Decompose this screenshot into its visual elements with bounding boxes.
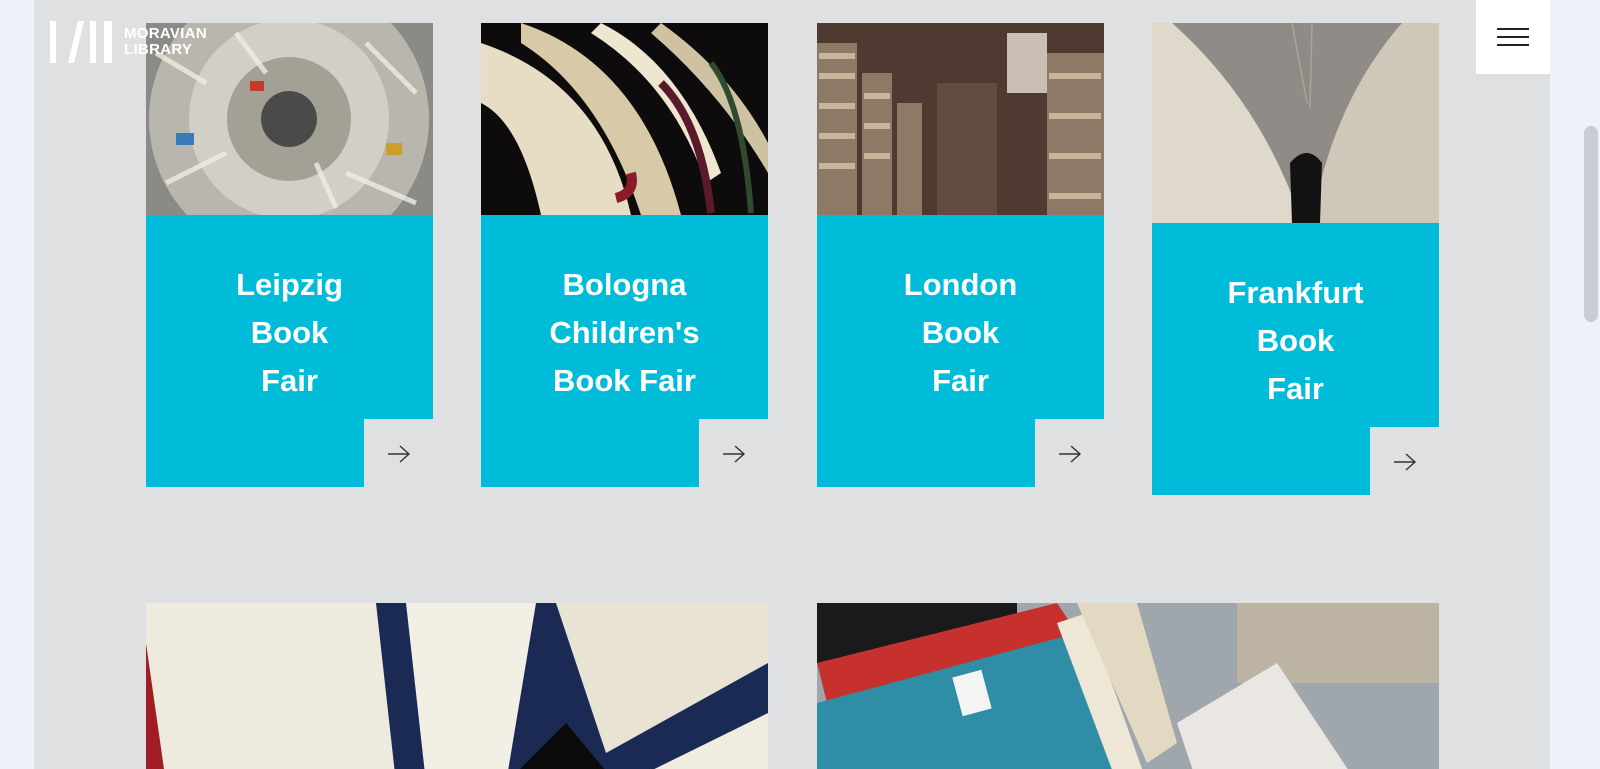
page-scrollbar[interactable] xyxy=(1584,126,1598,322)
menu-button[interactable] xyxy=(1476,0,1550,74)
fair-title: Leipzig Book Fair xyxy=(195,261,385,405)
fair-title-line: Book Fair xyxy=(553,363,696,398)
moravian-library-logo[interactable]: MORAVIAN LIBRARY xyxy=(50,18,210,66)
fair-card-london[interactable]: London Book Fair xyxy=(817,23,1104,488)
fair-title: Frankfurt Book Fair xyxy=(1201,269,1391,413)
fair-title: Bologna Children's Book Fair xyxy=(530,261,720,405)
book-stack-photo[interactable] xyxy=(817,603,1439,769)
fair-title-line: Bologna xyxy=(562,267,687,302)
logo-line: MORAVIAN xyxy=(124,25,207,42)
fair-card-bologna[interactable]: Bologna Children's Book Fair xyxy=(481,23,768,488)
fair-title-line: Leipzig xyxy=(236,267,343,302)
fair-title-line: Book xyxy=(921,315,1000,350)
fair-title-line: London xyxy=(903,267,1018,302)
logo-wordmark: MORAVIAN LIBRARY xyxy=(124,26,207,58)
logo-line: LIBRARY xyxy=(124,41,193,58)
fair-title-line: Fair xyxy=(932,363,989,398)
frankfurt-photo xyxy=(1152,23,1439,223)
fair-card-leipzig[interactable]: Leipzig Book Fair xyxy=(146,23,433,488)
frankfurt-arrow-button[interactable] xyxy=(1370,427,1439,496)
fair-title-line: Book xyxy=(1256,323,1335,358)
page-content: Leipzig Book Fair Bologna Children's Boo… xyxy=(34,0,1550,769)
hamburger-menu-icon xyxy=(1497,28,1529,46)
fair-title-line: Book xyxy=(250,315,329,350)
fair-title-line: Children's xyxy=(549,315,700,350)
arrow-right-icon xyxy=(1058,444,1081,463)
fair-card-frankfurt[interactable]: Frankfurt Book Fair xyxy=(1152,23,1439,496)
arrow-right-icon xyxy=(722,444,745,463)
books-spines-photo[interactable] xyxy=(146,603,768,769)
library-logo-icon xyxy=(50,21,112,63)
arrow-right-icon xyxy=(387,444,410,463)
bologna-arrow-button[interactable] xyxy=(699,419,768,488)
arrow-right-icon xyxy=(1393,452,1416,471)
fair-title-line: Fair xyxy=(261,363,318,398)
fair-title-line: Frankfurt xyxy=(1227,275,1364,310)
bologna-photo xyxy=(481,23,768,215)
london-arrow-button[interactable] xyxy=(1035,419,1104,488)
london-photo xyxy=(817,23,1104,215)
leipzig-arrow-button[interactable] xyxy=(364,419,433,488)
fair-title-line: Fair xyxy=(1267,371,1324,406)
fair-title: London Book Fair xyxy=(866,261,1056,405)
